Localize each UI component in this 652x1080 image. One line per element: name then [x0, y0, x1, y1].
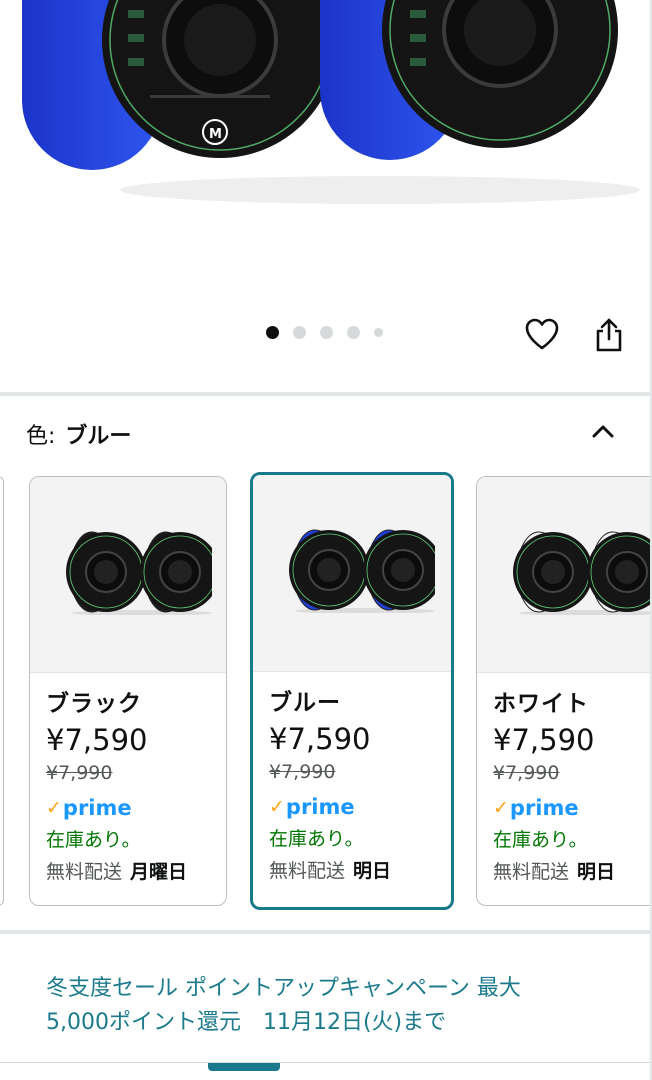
variant-card-blue[interactable]: ブルー ¥7,590 ¥7,990 ✓ prime 在庫あり。 無料配送 明日 [250, 472, 454, 910]
chevron-up-icon [592, 425, 614, 438]
section-divider [0, 930, 652, 934]
variant-thumbnail [253, 475, 451, 672]
prime-badge: ✓ prime [46, 796, 132, 820]
promotion-line-1: 冬支度セール ポイントアップキャンペーン 最大 [46, 976, 521, 1001]
filament-spools-image: M [22, 0, 640, 204]
stock-status: 在庫あり。 [493, 829, 588, 851]
bottom-section-border [0, 1062, 652, 1080]
variant-price: ¥7,590 [493, 723, 595, 757]
share-icon [596, 318, 622, 352]
variant-price: ¥7,590 [269, 722, 371, 756]
section-divider [0, 392, 652, 396]
variant-list-price: ¥7,990 [46, 762, 113, 784]
prime-check-icon: ✓ [493, 797, 509, 819]
carousel-dot[interactable] [293, 326, 306, 339]
carousel-dot[interactable] [347, 326, 360, 339]
svg-text:M: M [209, 127, 222, 142]
prime-badge: ✓ prime [493, 796, 579, 820]
prime-check-icon: ✓ [46, 797, 62, 819]
variant-name: ブラック [46, 691, 142, 717]
shipping-info: 無料配送 明日 [269, 860, 392, 882]
stock-status: 在庫あり。 [46, 829, 141, 851]
heart-icon [525, 318, 559, 350]
variant-list-price: ¥7,990 [493, 762, 560, 784]
stock-status: 在庫あり。 [269, 828, 364, 850]
shipping-info: 無料配送 明日 [493, 861, 616, 883]
collapse-button[interactable] [588, 418, 618, 448]
spool-thumbnail-image [289, 529, 435, 613]
wishlist-button[interactable] [522, 316, 562, 352]
variant-name: ブルー [269, 690, 341, 716]
variant-card-black[interactable]: ブラック ¥7,590 ¥7,990 ✓ prime 在庫あり。 無料配送 月曜日 [29, 476, 227, 906]
share-button[interactable] [590, 316, 628, 354]
color-selector-header[interactable]: 色: ブルー [26, 416, 626, 452]
carousel-dot[interactable] [266, 326, 279, 339]
variant-card-white[interactable]: ホワイト ¥7,590 ¥7,990 ✓ prime 在庫あり。 無料配送 明日 [476, 476, 652, 906]
variant-card-partial[interactable] [0, 476, 4, 906]
image-carousel-dots[interactable] [266, 326, 383, 339]
variant-thumbnail [30, 477, 226, 673]
carousel-dot[interactable] [374, 328, 383, 337]
prime-badge: ✓ prime [269, 795, 355, 819]
product-image[interactable]: M [0, 0, 652, 310]
tab-indicator [208, 1063, 280, 1071]
spool-thumbnail-image [513, 531, 652, 615]
variant-thumbnail [477, 477, 652, 673]
variant-name: ホワイト [493, 691, 589, 717]
color-label: 色: [26, 424, 56, 449]
promotion-link[interactable]: 冬支度セール ポイントアップキャンペーン 最大 5,000ポイント還元 11月1… [46, 972, 606, 1040]
selected-color-value: ブルー [65, 424, 132, 449]
prime-check-icon: ✓ [269, 796, 285, 818]
spool-thumbnail-image [66, 531, 212, 615]
shipping-info: 無料配送 月曜日 [46, 861, 188, 883]
carousel-dot[interactable] [320, 326, 333, 339]
variant-list-price: ¥7,990 [269, 761, 336, 783]
promotion-line-2: 5,000ポイント還元 11月12日(火)まで [46, 1010, 447, 1035]
variant-price: ¥7,590 [46, 723, 148, 757]
